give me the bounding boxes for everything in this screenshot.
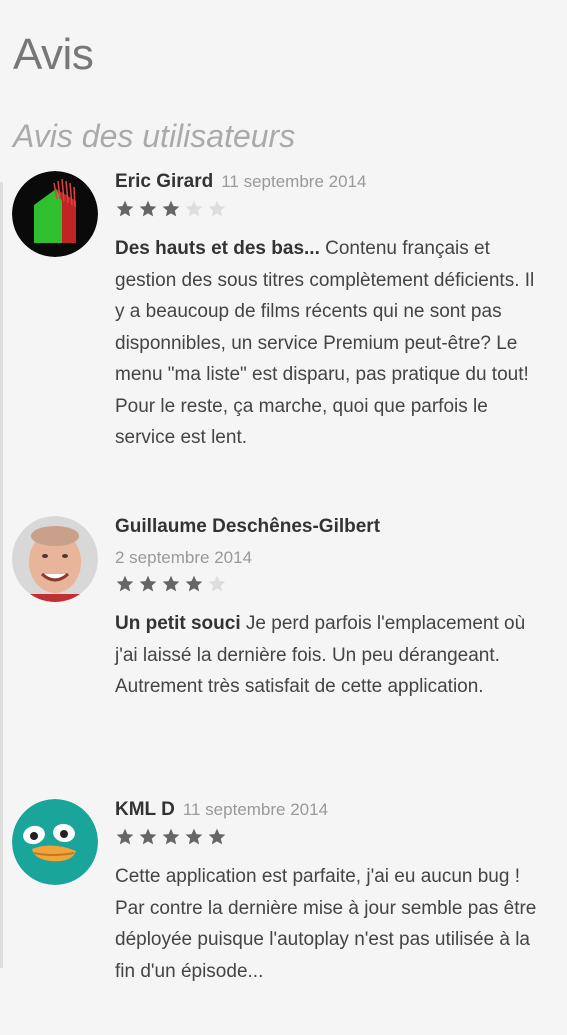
review-text: Des hauts et des bas... Contenu français… <box>115 233 547 454</box>
star-filled-icon <box>161 199 181 219</box>
star-filled-icon <box>138 199 158 219</box>
review-title: Des hauts et des bas... <box>115 238 320 259</box>
star-filled-icon <box>115 199 135 219</box>
star-filled-icon <box>184 827 204 847</box>
review-body: Cette application est parfaite, j'ai eu … <box>115 866 537 982</box>
page-title: Avis <box>13 30 94 79</box>
star-rating <box>115 827 547 849</box>
review-date: 11 septembre 2014 <box>221 172 367 191</box>
star-filled-icon <box>115 574 135 594</box>
avatar[interactable] <box>12 171 98 257</box>
star-rating <box>115 574 547 596</box>
star-filled-icon <box>138 827 158 847</box>
review-body: Contenu français et gestion des sous tit… <box>115 238 535 448</box>
review-date: 11 septembre 2014 <box>182 800 329 819</box>
star-empty-icon <box>184 199 204 219</box>
avatar[interactable] <box>12 516 98 602</box>
review-title: Un petit souci <box>115 613 241 634</box>
star-filled-icon <box>115 827 135 847</box>
star-filled-icon <box>207 827 227 847</box>
review-date: 2 septembre 2014 <box>115 548 253 567</box>
review-author[interactable]: Guillaume Deschênes-Gilbert <box>115 516 380 538</box>
star-filled-icon <box>161 574 181 594</box>
review-author[interactable]: KML D <box>115 799 175 821</box>
section-title: Avis des utilisateurs <box>13 118 296 154</box>
avatar[interactable] <box>12 799 98 885</box>
left-divider <box>0 182 3 968</box>
star-filled-icon <box>184 574 204 594</box>
star-empty-icon <box>207 574 227 594</box>
star-filled-icon <box>138 574 158 594</box>
review-text: Cette application est parfaite, j'ai eu … <box>115 861 547 987</box>
star-rating <box>115 199 547 221</box>
star-filled-icon <box>161 827 181 847</box>
review-author[interactable]: Eric Girard <box>115 171 213 193</box>
review-text: Un petit souci Je perd parfois l'emplace… <box>115 608 547 703</box>
star-empty-icon <box>207 199 227 219</box>
